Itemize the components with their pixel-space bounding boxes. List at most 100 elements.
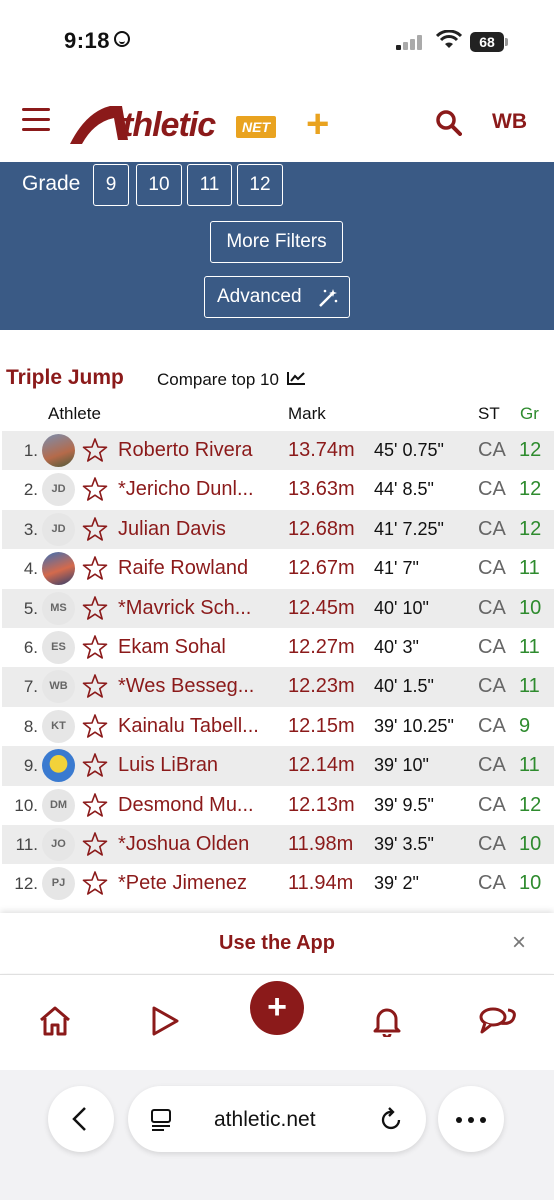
mark-link[interactable]: 12.14m (288, 754, 355, 777)
table-row[interactable]: 2. JD *Jericho Dunl... 13.63m 44' 8.5" CA 12 (2, 470, 554, 509)
chevron-left-icon (72, 1107, 86, 1131)
table-row[interactable]: 11. JO *Joshua Olden 11.98m 39' 3.5" CA 10 (2, 824, 554, 865)
star-icon[interactable] (82, 476, 108, 502)
mark-link[interactable]: 13.74m (288, 439, 355, 462)
advanced-button[interactable]: Advanced (204, 276, 350, 318)
menu-icon[interactable] (22, 108, 50, 134)
more-filters-button[interactable]: More Filters (210, 221, 343, 263)
athlete-name-link[interactable]: *Pete Jimenez (118, 872, 278, 895)
column-mark[interactable]: Mark (288, 404, 326, 424)
avatar[interactable]: ES (42, 630, 75, 664)
table-row[interactable]: 6. ES Ekam Sohal 12.27m 40' 3" CA 11 (2, 628, 554, 667)
avatar[interactable] (42, 552, 75, 586)
mark-link[interactable]: 12.13m (288, 794, 355, 817)
star-icon[interactable] (82, 831, 108, 857)
star-icon[interactable] (82, 870, 108, 896)
grade: 11 (519, 635, 540, 658)
avatar[interactable]: KT (42, 709, 75, 743)
avatar[interactable] (42, 434, 75, 467)
star-icon[interactable] (82, 673, 108, 699)
avatar[interactable]: JO (42, 827, 75, 861)
table-row[interactable]: 10. DM Desmond Mu... 12.13m 39' 9.5" CA 12 (2, 786, 554, 825)
grade-10-button[interactable]: 10 (136, 164, 182, 206)
add-button[interactable]: + (250, 981, 304, 1035)
athlete-name-link[interactable]: *Wes Besseg... (118, 675, 278, 698)
athlete-name-link[interactable]: Ekam Sohal (118, 636, 278, 659)
mark-link[interactable]: 12.23m (288, 675, 355, 698)
table-row[interactable]: 12. PJ *Pete Jimenez 11.94m 39' 2" CA 10 (2, 864, 554, 903)
mark-imperial: 39' 3.5" (374, 833, 434, 854)
mark-link[interactable]: 11.94m (288, 872, 353, 895)
star-icon[interactable] (82, 752, 108, 778)
search-icon[interactable] (436, 110, 462, 136)
state: CA (478, 517, 506, 540)
reload-icon[interactable] (380, 1106, 404, 1132)
address-bar[interactable]: athletic.net (128, 1086, 426, 1152)
column-grade[interactable]: Gr (520, 404, 539, 424)
star-icon[interactable] (82, 713, 108, 739)
athlete-name-link[interactable]: Luis LiBran (118, 754, 278, 777)
url-text[interactable]: athletic.net (214, 1108, 316, 1132)
avatar[interactable]: JD (42, 473, 75, 507)
table-row[interactable]: 4. Raife Rowland 12.67m 41' 7" CA 11 (2, 549, 554, 588)
athlete-name-link[interactable]: Desmond Mu... (118, 794, 278, 817)
star-icon[interactable] (82, 595, 108, 621)
athlete-name-link[interactable]: *Mavrick Sch... (118, 597, 278, 620)
table-row[interactable]: 3. JD Julian Davis 12.68m 41' 7.25" CA 12 (2, 509, 554, 550)
mark-link[interactable]: 12.15m (288, 715, 355, 738)
magic-wand-icon (319, 289, 338, 307)
close-icon[interactable]: × (512, 929, 526, 957)
mark-link[interactable]: 12.68m (288, 518, 355, 541)
avatar[interactable]: DM (42, 788, 75, 822)
compare-top-10-link[interactable]: Compare top 10 (157, 370, 306, 390)
table-row[interactable]: 1. Roberto Rivera 13.74m 45' 0.75" CA 12 (2, 431, 554, 471)
column-state[interactable]: ST (478, 404, 500, 424)
star-icon[interactable] (82, 555, 108, 581)
column-athlete[interactable]: Athlete (48, 404, 101, 424)
avatar[interactable] (42, 749, 75, 783)
avatar[interactable]: JD (42, 512, 75, 546)
use-app-banner[interactable]: Use the App × (0, 913, 554, 973)
table-row[interactable]: 9. Luis LiBran 12.14m 39' 10" CA 11 (2, 746, 554, 786)
use-app-text[interactable]: Use the App (0, 932, 554, 955)
athlete-name-link[interactable]: *Jericho Dunl... (118, 478, 278, 501)
mark-link[interactable]: 13.63m (288, 478, 355, 501)
athlete-name-link[interactable]: Kainalu Tabell... (118, 715, 278, 738)
mark-link[interactable]: 11.98m (288, 833, 353, 856)
athlete-name-link[interactable]: Raife Rowland (118, 557, 278, 580)
table-row[interactable]: 7. WB *Wes Besseg... 12.23m 40' 1.5" CA 11 (2, 667, 554, 707)
rank: 6. (23, 637, 38, 657)
mark-link[interactable]: 12.45m (288, 597, 355, 620)
table-row[interactable]: 8. KT Kainalu Tabell... 12.15m 39' 10.25" CA 9 (2, 707, 554, 746)
play-icon[interactable] (150, 1005, 180, 1037)
rank: 5. (23, 598, 38, 618)
home-icon[interactable] (38, 1005, 72, 1037)
app-header: thletic NET + WB (0, 92, 554, 156)
athleticnet-logo[interactable]: thletic NET + (66, 100, 346, 150)
grade-12-button[interactable]: 12 (237, 164, 283, 206)
grade: 12 (519, 793, 542, 816)
more-button[interactable] (438, 1086, 504, 1152)
mark-link[interactable]: 12.67m (288, 557, 355, 580)
rank: 4. (23, 559, 38, 579)
mark-imperial: 39' 9.5" (374, 794, 434, 815)
user-initials-button[interactable]: WB (492, 110, 527, 134)
mark-link[interactable]: 12.27m (288, 636, 355, 659)
back-button[interactable] (48, 1086, 114, 1152)
reader-icon[interactable] (150, 1108, 174, 1132)
athlete-name-link[interactable]: *Joshua Olden (118, 833, 278, 856)
grade-11-button[interactable]: 11 (187, 164, 232, 206)
chat-icon[interactable] (478, 1005, 518, 1037)
star-icon[interactable] (82, 516, 108, 542)
athlete-name-link[interactable]: Julian Davis (118, 518, 278, 541)
star-icon[interactable] (82, 634, 108, 660)
star-icon[interactable] (82, 792, 108, 818)
avatar[interactable]: PJ (42, 867, 75, 901)
star-icon[interactable] (82, 437, 108, 463)
bell-icon[interactable] (372, 1005, 402, 1037)
athlete-name-link[interactable]: Roberto Rivera (118, 439, 278, 462)
avatar[interactable]: MS (42, 591, 75, 625)
table-row[interactable]: 5. MS *Mavrick Sch... 12.45m 40' 10" CA 10 (2, 588, 554, 628)
avatar[interactable]: WB (42, 670, 75, 704)
grade-9-button[interactable]: 9 (93, 164, 129, 206)
